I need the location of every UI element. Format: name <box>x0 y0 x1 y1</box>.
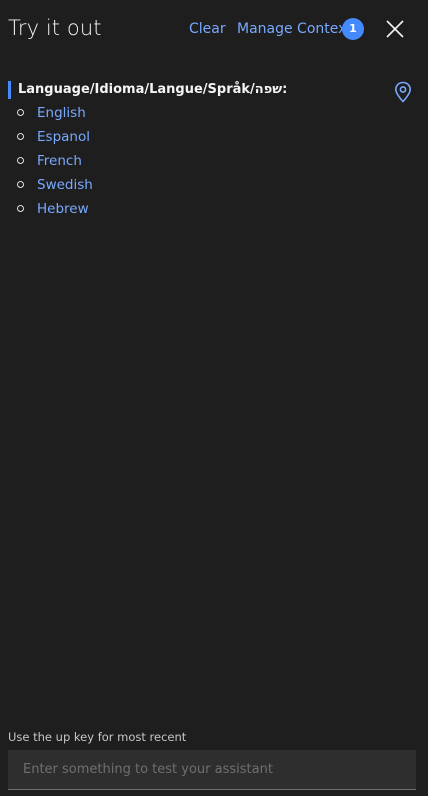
panel-header: Try it out Clear Manage Context 1 <box>0 0 428 60</box>
context-count-badge: 1 <box>342 18 364 40</box>
option-swedish[interactable]: Swedish <box>37 177 93 193</box>
option-english[interactable]: English <box>37 105 86 121</box>
option-hebrew[interactable]: Hebrew <box>37 201 89 217</box>
close-button[interactable] <box>384 18 406 40</box>
location-pin-icon[interactable] <box>394 81 412 103</box>
close-icon <box>386 20 404 38</box>
option-espanol[interactable]: Espanol <box>37 129 90 145</box>
try-it-out-panel: Try it out Clear Manage Context 1 Langua… <box>0 0 428 796</box>
bullet-icon <box>17 157 24 164</box>
clear-button[interactable]: Clear <box>189 21 226 37</box>
bullet-icon <box>17 205 24 212</box>
response-title: Language/Idioma/Langue/Språk/שפה: <box>18 82 288 97</box>
input-hint: Use the up key for most recent <box>8 730 187 744</box>
bullet-icon <box>17 181 24 188</box>
response-accent-bar <box>8 81 11 99</box>
message-input[interactable] <box>8 750 416 790</box>
panel-title: Try it out <box>8 16 102 40</box>
option-french[interactable]: French <box>37 153 82 169</box>
manage-context-button[interactable]: Manage Context <box>237 21 352 37</box>
bullet-icon <box>17 133 24 140</box>
bullet-icon <box>17 109 24 116</box>
